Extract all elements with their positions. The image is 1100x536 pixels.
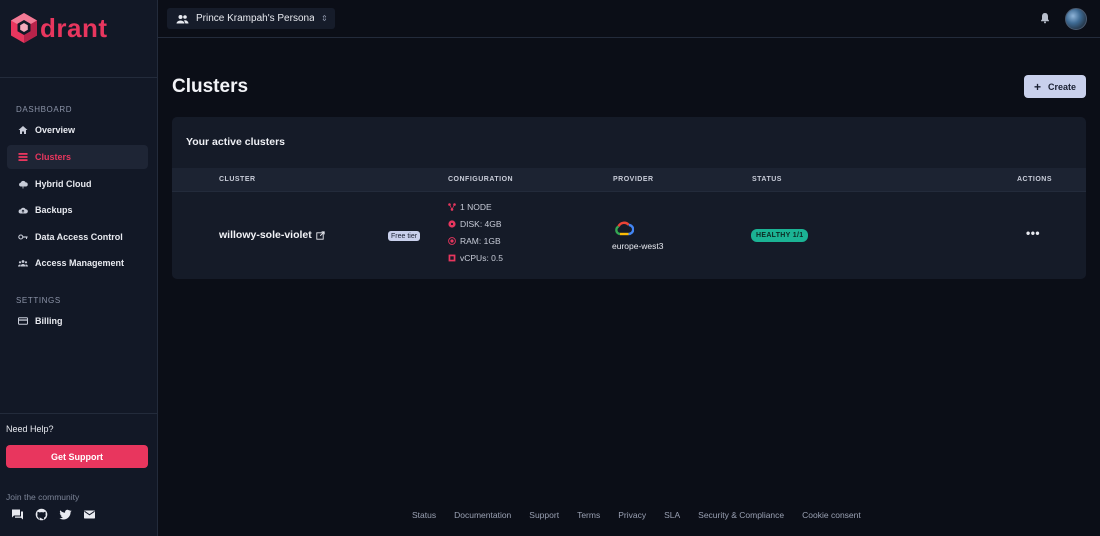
sidebar: drant DASHBOARD Overview Clusters Hybrid… [0, 0, 158, 536]
qdrant-logo-icon [11, 13, 37, 43]
external-link-icon [316, 230, 325, 240]
get-support-button[interactable]: Get Support [6, 445, 148, 468]
table-header: CLUSTER CONFIGURATION PROVIDER STATUS AC… [172, 168, 1086, 192]
footer-links: Status Documentation Support Terms Priva… [412, 510, 861, 520]
sidebar-item-label: Billing [35, 316, 63, 326]
page-title: Clusters [172, 76, 249, 97]
footer-link-cookie-consent[interactable]: Cookie consent [802, 510, 861, 520]
ram-icon [448, 237, 456, 245]
column-header-actions: ACTIONS [1017, 176, 1052, 183]
mail-icon[interactable] [83, 508, 96, 521]
config-nodes-text: 1 NODE [460, 202, 492, 212]
organization-name: Prince Krampah's Personal ... [196, 13, 314, 24]
status-badge: HEALTHY 1/1 [751, 229, 809, 242]
sidebar-divider [0, 77, 157, 78]
settings-section-label: SETTINGS [16, 296, 61, 305]
google-cloud-icon [615, 221, 634, 236]
sidebar-item-backups[interactable]: Backups [7, 198, 148, 222]
sidebar-item-label: Access Management [35, 258, 125, 268]
panel-title: Your active clusters [186, 136, 286, 148]
sidebar-item-clusters[interactable]: Clusters [7, 145, 148, 169]
sidebar-item-label: Backups [35, 205, 73, 215]
nodes-icon [448, 203, 456, 211]
disk-icon [448, 220, 456, 228]
config-disk-text: DISK: 4GB [460, 219, 502, 229]
sidebar-item-billing[interactable]: Billing [7, 309, 148, 333]
create-cluster-button[interactable]: + Create [1024, 75, 1086, 98]
qdrant-logo[interactable]: drant [10, 12, 108, 44]
github-icon[interactable] [35, 508, 48, 521]
organization-selector[interactable]: Prince Krampah's Personal ... ⇕ [167, 8, 335, 29]
cloud-icon [19, 180, 28, 189]
community-label: Join the community [6, 492, 80, 502]
credit-card-icon [18, 317, 28, 325]
config-ram-text: RAM: 1GB [460, 236, 501, 246]
twitter-icon[interactable] [59, 508, 72, 521]
list-icon [18, 153, 28, 161]
avatar[interactable] [1065, 8, 1087, 30]
footer-link-terms[interactable]: Terms [577, 510, 600, 520]
footer-link-status[interactable]: Status [412, 510, 436, 520]
brand-name: drant [40, 12, 108, 43]
sidebar-item-access-management[interactable]: Access Management [7, 251, 148, 275]
footer-link-sla[interactable]: SLA [664, 510, 680, 520]
config-ram: RAM: 1GB [448, 236, 501, 246]
provider-region: europe-west3 [612, 241, 664, 251]
column-header-status: STATUS [752, 176, 782, 183]
home-icon [18, 126, 28, 134]
column-header-cluster: CLUSTER [219, 176, 256, 183]
sidebar-item-hybrid-cloud[interactable]: Hybrid Cloud [7, 172, 148, 196]
create-button-label: Create [1048, 81, 1077, 92]
people-icon [18, 260, 28, 267]
config-vcpus-text: vCPUs: 0.5 [460, 253, 503, 263]
topbar: Prince Krampah's Personal ... ⇕ [158, 0, 1100, 38]
sidebar-item-overview[interactable]: Overview [7, 118, 148, 142]
dashboard-section-label: DASHBOARD [16, 105, 73, 114]
tier-badge: Free tier [388, 231, 421, 241]
sidebar-item-label: Clusters [35, 152, 72, 162]
cloud-upload-icon [18, 207, 28, 214]
forum-icon[interactable] [11, 508, 24, 521]
need-help-label: Need Help? [6, 424, 54, 434]
cluster-name-link[interactable]: willowy-sole-violet [219, 229, 325, 241]
plus-icon: + [1033, 79, 1041, 94]
sidebar-item-label: Hybrid Cloud [35, 179, 92, 189]
sidebar-item-data-access-control[interactable]: Data Access Control [7, 225, 148, 249]
cpu-icon [448, 254, 456, 262]
key-icon [18, 234, 28, 240]
row-actions-menu[interactable]: ••• [1026, 226, 1040, 240]
people-icon [176, 14, 189, 23]
active-clusters-panel: Your active clusters CLUSTER CONFIGURATI… [172, 117, 1086, 279]
sidebar-item-label: Overview [35, 125, 76, 135]
social-links [11, 508, 96, 521]
footer-link-security-compliance[interactable]: Security & Compliance [698, 510, 784, 520]
config-nodes: 1 NODE [448, 202, 492, 212]
footer-link-documentation[interactable]: Documentation [454, 510, 511, 520]
column-header-configuration: CONFIGURATION [448, 176, 514, 183]
config-vcpus: vCPUs: 0.5 [448, 253, 503, 263]
select-arrows-icon: ⇕ [321, 14, 328, 23]
footer-link-privacy[interactable]: Privacy [618, 510, 646, 520]
bell-icon[interactable] [1039, 12, 1051, 24]
sidebar-divider [0, 413, 157, 414]
column-header-provider: PROVIDER [613, 176, 654, 183]
sidebar-item-label: Data Access Control [35, 232, 123, 242]
footer-link-support[interactable]: Support [529, 510, 559, 520]
cluster-name: willowy-sole-violet [219, 229, 312, 241]
config-disk: DISK: 4GB [448, 219, 502, 229]
